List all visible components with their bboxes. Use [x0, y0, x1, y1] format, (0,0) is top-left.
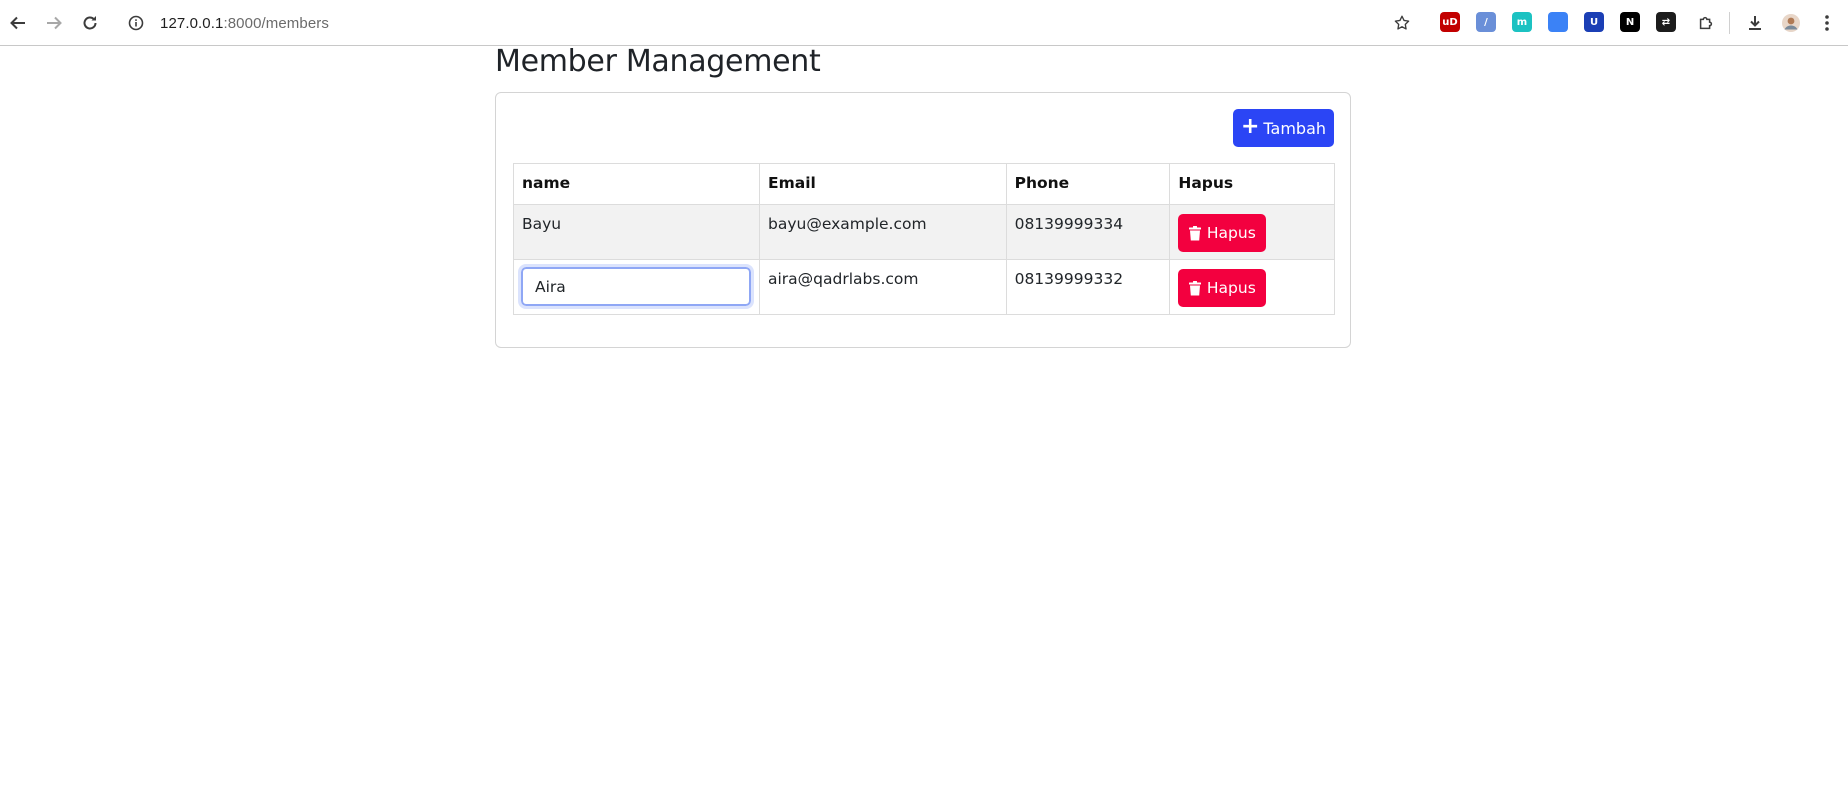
extension-doc-icon[interactable] [1548, 12, 1568, 32]
column-header-name: name [513, 163, 760, 205]
cell-email: bayu@example.com [759, 204, 1007, 260]
name-edit-input[interactable] [518, 264, 754, 309]
trash-icon [1188, 280, 1201, 295]
cell-email: aira@qadrlabs.com [759, 259, 1007, 315]
cell-phone: 08139999334 [1005, 204, 1171, 260]
url-host: 127.0.0.1 [160, 14, 224, 32]
toolbar-divider [1729, 12, 1730, 34]
notion-icon[interactable]: N [1620, 12, 1640, 32]
cell-name[interactable]: Bayu [513, 204, 760, 260]
profile-avatar-icon[interactable] [1773, 5, 1809, 41]
members-card: + Tambah name Email Phone Hapus Bayu bay… [495, 92, 1351, 348]
members-table: name Email Phone Hapus Bayu bayu@example… [513, 163, 1335, 315]
extensions-puzzle-icon[interactable] [1688, 5, 1724, 41]
browser-toolbar: 127.0.0.1:8000/members uD / m U N ⇄ [0, 0, 1848, 46]
delete-button[interactable]: Hapus [1178, 214, 1267, 252]
back-icon[interactable] [0, 5, 36, 41]
cell-hapus: Hapus [1169, 259, 1335, 315]
url-path: :8000/members [223, 14, 329, 32]
table-row: Bayu bayu@example.com 08139999334 Hapus [513, 204, 1335, 260]
forward-icon[interactable] [36, 5, 72, 41]
reload-icon[interactable] [72, 5, 108, 41]
delete-button-label: Hapus [1206, 279, 1256, 297]
cell-phone: 08139999332 [1005, 259, 1171, 315]
delete-button-label: Hapus [1206, 224, 1256, 242]
add-member-button[interactable]: + Tambah [1233, 109, 1334, 147]
url-text: 127.0.0.1:8000/members [160, 15, 329, 32]
delete-button[interactable]: Hapus [1178, 269, 1267, 307]
cell-name-editing [513, 259, 760, 315]
ublock-icon[interactable]: uD [1440, 12, 1460, 32]
bookmark-star-icon[interactable] [1384, 5, 1420, 41]
column-header-phone: Phone [1005, 163, 1171, 205]
downloads-icon[interactable] [1737, 5, 1773, 41]
menu-kebab-icon[interactable] [1809, 5, 1845, 41]
page-title: Member Management [495, 44, 821, 79]
address-bar[interactable]: 127.0.0.1:8000/members [118, 5, 1424, 41]
table-header-row: name Email Phone Hapus [513, 163, 1335, 205]
plus-icon: + [1240, 114, 1260, 139]
table-row: aira@qadrlabs.com 08139999332 Hapus [513, 259, 1335, 315]
cell-hapus: Hapus [1169, 204, 1335, 260]
column-header-hapus: Hapus [1169, 163, 1335, 205]
extension-m-icon[interactable]: m [1512, 12, 1532, 32]
column-header-email: Email [759, 163, 1007, 205]
extension-blue-icon[interactable]: / [1476, 12, 1496, 32]
extension-dark-icon[interactable]: ⇄ [1656, 12, 1676, 32]
site-info-icon[interactable] [124, 11, 148, 35]
bitwarden-icon[interactable]: U [1584, 12, 1604, 32]
trash-icon [1188, 225, 1201, 240]
add-button-label: Tambah [1263, 118, 1327, 138]
